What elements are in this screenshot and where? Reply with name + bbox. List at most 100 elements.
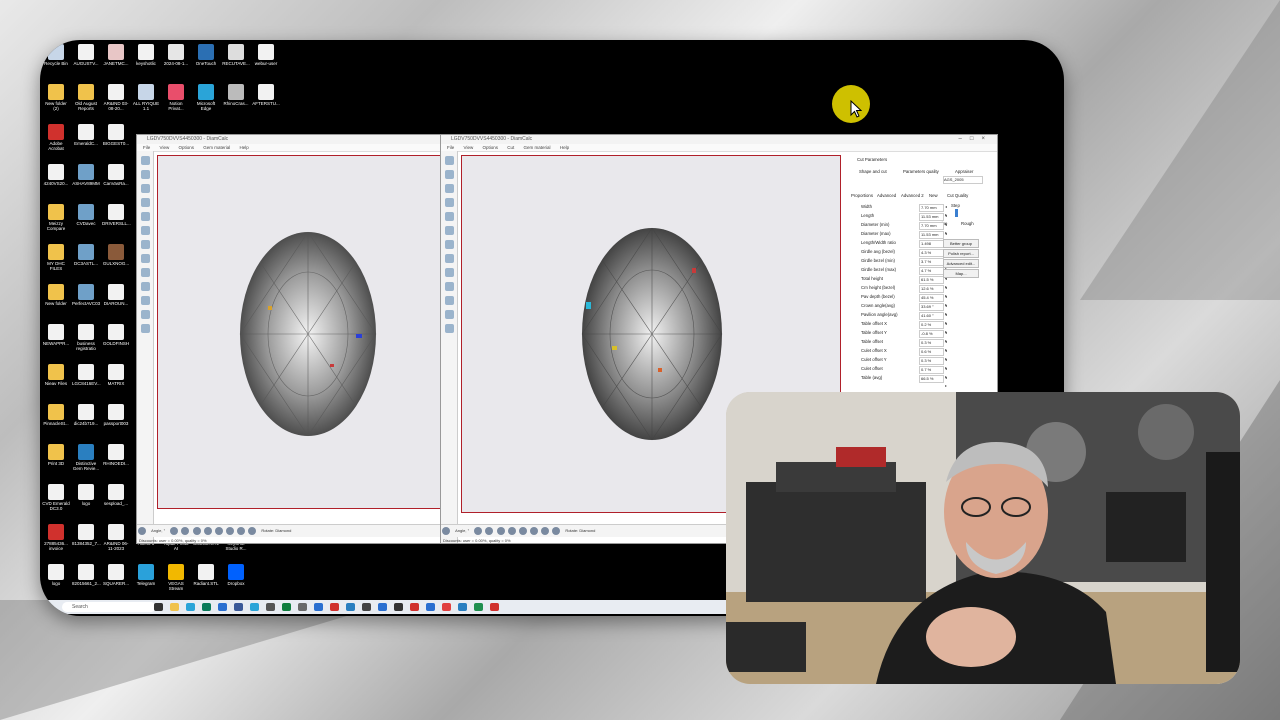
taskbar-app-icon[interactable]: [490, 603, 499, 611]
parameter-value-input[interactable]: -0.8 %: [919, 330, 944, 338]
flip-icon[interactable]: [192, 527, 201, 535]
parameter-value-input[interactable]: 61.5 %: [919, 276, 944, 284]
desktop-icon[interactable]: OneTouch: [192, 44, 220, 66]
desktop-icon[interactable]: 27885436... invoice: [42, 524, 70, 551]
desktop-icon[interactable]: Distinctive Gem Revie...: [72, 444, 100, 471]
desktop-icon[interactable]: webur-user: [252, 44, 280, 66]
desktop-icon[interactable]: DRIVERSLL...: [102, 204, 131, 226]
tool-icon[interactable]: [444, 184, 454, 193]
desktop-icon[interactable]: RhinoCras...: [222, 84, 250, 106]
parameter-value-input[interactable]: 11.53 mm: [919, 213, 944, 221]
tool-icon[interactable]: [140, 324, 150, 333]
desktop-icon[interactable]: CVDavec: [72, 204, 100, 226]
taskbar-app-icon[interactable]: [330, 603, 339, 611]
menu-options[interactable]: Options: [482, 145, 498, 150]
taskbar-app-icon[interactable]: [202, 603, 211, 611]
desktop-icon[interactable]: keyshotlic: [132, 44, 160, 66]
view-top-icon[interactable]: [225, 527, 234, 535]
advanced-edit-button[interactable]: Advanced edit...: [943, 259, 979, 268]
tool-icon[interactable]: [140, 268, 150, 277]
flip-icon[interactable]: [507, 527, 516, 535]
parameter-value-input[interactable]: 66.5 %: [919, 375, 944, 383]
desktop-icon[interactable]: 81384352_7...: [72, 524, 101, 546]
rotate-right-icon[interactable]: [181, 527, 190, 535]
tab-appraiser[interactable]: Appraiser: [955, 169, 973, 174]
taskbar-app-icon[interactable]: [458, 603, 467, 611]
zoom-icon[interactable]: [442, 527, 450, 535]
desktop-icon[interactable]: PinnacleSt...: [42, 404, 70, 426]
tool-icon[interactable]: [444, 310, 454, 319]
parameter-value-input[interactable]: 0.3 %: [919, 357, 944, 365]
desktop-icon[interactable]: EmeraldC...: [72, 124, 100, 146]
desktop-icon[interactable]: 2024-08-1...: [162, 44, 190, 66]
taskbar-app-icon[interactable]: [250, 603, 259, 611]
better-group-button[interactable]: Better group: [943, 239, 979, 248]
parameter-value-input[interactable]: 12.6 %: [919, 285, 944, 293]
desktop-icon[interactable]: Microsoft Edge: [192, 84, 220, 111]
parameter-value-input[interactable]: 4.7 %: [919, 267, 944, 275]
desktop-icon[interactable]: ASHAV89MM: [72, 164, 100, 186]
zoom-icon[interactable]: [138, 527, 146, 535]
desktop-icon[interactable]: sespload_...: [102, 484, 130, 506]
menu-help[interactable]: Help: [560, 145, 569, 150]
desktop-icon[interactable]: Print 3D: [42, 444, 70, 466]
desktop-icon[interactable]: Nieav Files: [42, 364, 70, 386]
desktop-icon[interactable]: AR&IND 03-08-20...: [102, 84, 130, 111]
desktop-icon[interactable]: Old August Reports: [72, 84, 100, 111]
desktop-icon[interactable]: GOLDFINSH: [102, 324, 130, 346]
menu-help[interactable]: Help: [240, 145, 249, 150]
view-bottom-icon[interactable]: [552, 527, 561, 535]
tool-icon[interactable]: [140, 296, 150, 305]
subtab-proportions[interactable]: Proportions: [851, 193, 873, 198]
desktop-icon[interactable]: Meizzy Compare: [42, 204, 70, 231]
desktop-icon[interactable]: passport003: [102, 404, 130, 426]
desktop-icon[interactable]: DC3ASTL...: [72, 244, 100, 266]
desktop-icon[interactable]: GULXNOG...: [102, 244, 130, 266]
subtab-advanced-2[interactable]: Advanced 2: [901, 193, 924, 198]
parameter-value-input[interactable]: 45.4 %: [919, 294, 944, 302]
tool-icon[interactable]: [444, 170, 454, 179]
tool-icon[interactable]: [140, 198, 150, 207]
parameter-value-input[interactable]: 33.69 °: [919, 303, 944, 311]
taskbar-app-icon[interactable]: [474, 603, 483, 611]
flip-icon[interactable]: [203, 527, 212, 535]
desktop-icon[interactable]: logo: [42, 564, 70, 586]
desktop-icon[interactable]: New folder (2): [42, 84, 70, 111]
tool-icon[interactable]: [140, 156, 150, 165]
parameter-value-input[interactable]: 3.7 %: [919, 258, 944, 266]
tool-icon[interactable]: [140, 282, 150, 291]
taskbar-app-icon[interactable]: [314, 603, 323, 611]
menu-gem-material[interactable]: Gem material: [203, 145, 230, 150]
tool-icon[interactable]: [444, 212, 454, 221]
desktop-icon[interactable]: ALL RYIQUE 1.1: [132, 84, 160, 111]
desktop-icon[interactable]: SQUARER...: [102, 564, 130, 586]
desktop-icon[interactable]: RECUTAVE...: [222, 44, 250, 66]
map-button[interactable]: Map...: [943, 269, 979, 278]
menu-file[interactable]: File: [143, 145, 150, 150]
parameter-value-input[interactable]: 7.70 mm: [919, 222, 944, 230]
parameter-value-input[interactable]: 41.60 °: [919, 312, 944, 320]
taskbar-app-icon[interactable]: [266, 603, 275, 611]
parameter-value-input[interactable]: 4.3 %: [919, 249, 944, 257]
desktop-icon[interactable]: 82015661_2...: [72, 564, 101, 586]
tool-icon[interactable]: [444, 240, 454, 249]
menu-file[interactable]: File: [447, 145, 454, 150]
menu-view[interactable]: View: [464, 145, 474, 150]
view-top-icon[interactable]: [529, 527, 538, 535]
tab-shape-and-cut[interactable]: Shape and cut: [859, 169, 887, 174]
tab-parameters-quality[interactable]: Parameters quality: [903, 169, 939, 174]
tool-icon[interactable]: [444, 296, 454, 305]
desktop-icon[interactable]: Telegram: [132, 564, 160, 586]
taskbar-app-icon[interactable]: [410, 603, 419, 611]
taskbar-app-icon[interactable]: [234, 603, 243, 611]
desktop-icon[interactable]: AR&IND 06-11-2023: [102, 524, 130, 551]
flip-icon[interactable]: [518, 527, 527, 535]
view-bottom-icon[interactable]: [248, 527, 257, 535]
tool-icon[interactable]: [444, 268, 454, 277]
desktop-icon[interactable]: Recycle Bin: [42, 44, 70, 66]
rotate-left-icon[interactable]: [170, 527, 179, 535]
menu-cut[interactable]: Cut: [507, 145, 514, 150]
desktop-icon[interactable]: DIAROUN...: [102, 284, 130, 306]
view-side-icon[interactable]: [237, 527, 246, 535]
spinner-arrows-icon[interactable]: ◂ ▸: [945, 374, 947, 390]
